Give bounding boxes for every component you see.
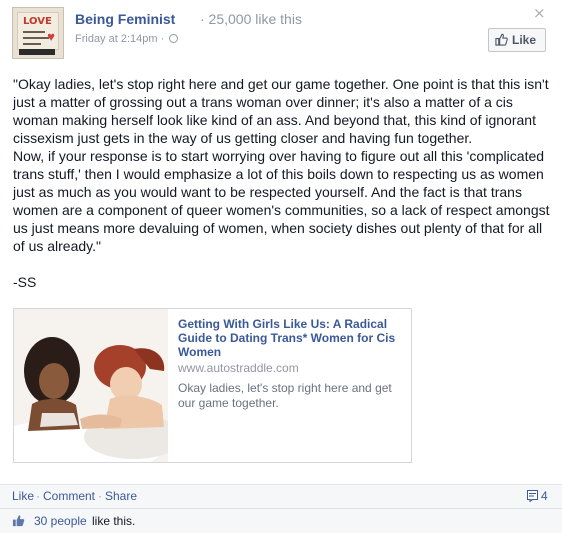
thumbs-up-icon (12, 515, 25, 527)
page-likes-count: · 25,000 like this (200, 11, 302, 27)
comment-action[interactable]: Comment (43, 485, 95, 507)
post-body: "Okay ladies, let's stop right here and … (13, 75, 553, 291)
likers-link[interactable]: 30 people (34, 509, 87, 533)
avatar-sign-image: LOVE ♥ (17, 12, 59, 50)
share-action[interactable]: Share (105, 485, 137, 507)
like-action[interactable]: Like (12, 485, 34, 507)
like-button-label: Like (512, 33, 537, 47)
post-paragraph: Now, if your response is to start worryi… (13, 148, 550, 254)
link-title[interactable]: Getting With Girls Like Us: A Radical Gu… (178, 317, 398, 359)
post-timestamp: Friday at 2:14pm · (75, 33, 179, 45)
page-avatar[interactable]: LOVE ♥ (12, 7, 64, 59)
link-domain: www.autostraddle.com (178, 361, 299, 375)
thumbs-up-icon (495, 33, 508, 46)
likes-summary: 30 people like this. (0, 508, 562, 533)
likes-suffix: like this. (92, 514, 136, 528)
post-paragraph: "Okay ladies, let's stop right here and … (13, 76, 549, 146)
link-description: Okay ladies, let's stop right here and g… (178, 381, 392, 410)
page-name-link[interactable]: Being Feminist (75, 11, 175, 27)
post-signature: -SS (13, 274, 37, 290)
action-separator: · (98, 489, 102, 503)
globe-icon[interactable] (169, 34, 179, 43)
avatar-sign-text: LOVE (23, 16, 52, 27)
facebook-post: LOVE ♥ Being Feminist · 25,000 like this… (0, 0, 562, 533)
action-separator: · (36, 489, 40, 503)
close-icon[interactable]: × (533, 4, 546, 22)
post-action-bar: Like · Comment · Share 4 (0, 484, 562, 508)
link-preview-card[interactable]: Getting With Girls Like Us: A Radical Gu… (13, 308, 412, 463)
link-thumbnail-image[interactable] (14, 309, 168, 462)
timestamp-text[interactable]: Friday at 2:14pm · (75, 33, 164, 45)
comment-icon[interactable] (527, 490, 538, 502)
comment-count[interactable]: 4 (541, 485, 548, 507)
two-women-photo (14, 309, 168, 462)
page-like-button[interactable]: Like (488, 28, 546, 52)
